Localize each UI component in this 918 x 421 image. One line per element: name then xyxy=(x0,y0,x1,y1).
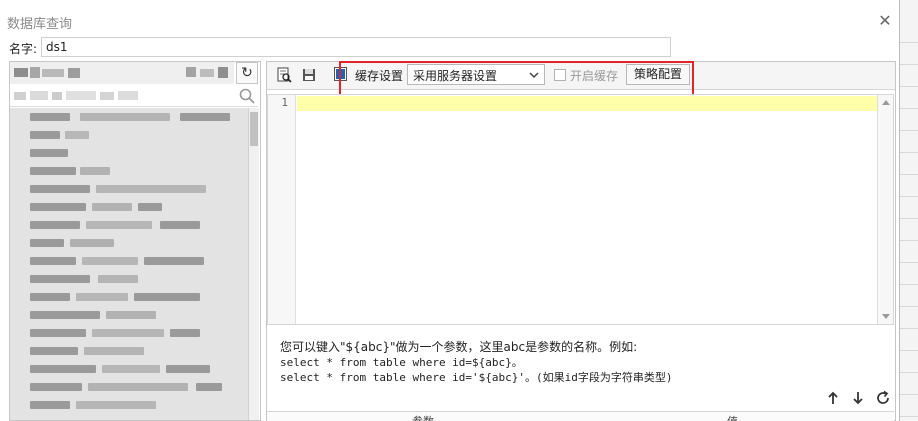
list-item[interactable] xyxy=(10,200,248,214)
list-item[interactable] xyxy=(10,128,248,142)
params-table-header: 参数 值 xyxy=(267,411,894,421)
tree-scrollbar[interactable] xyxy=(248,108,259,420)
refresh-icon[interactable]: ↻ xyxy=(236,62,258,84)
refresh-icon[interactable] xyxy=(875,390,891,406)
sql-editor[interactable] xyxy=(267,94,894,325)
close-icon[interactable]: ✕ xyxy=(876,12,894,30)
hint-text-line-1: 您可以键入"${abc}"做为一个参数，这里abc是参数的名称。例如: xyxy=(280,340,638,354)
hint-text-line-3: select * from table where id='${abc}'。(如… xyxy=(280,371,673,384)
arrow-up-icon[interactable] xyxy=(825,390,841,406)
list-item[interactable] xyxy=(10,110,248,124)
hint-text-line-2: select * from table where id=${abc}。 xyxy=(280,356,523,369)
search-icon[interactable] xyxy=(238,87,256,105)
params-column-name: 参数 xyxy=(412,413,434,421)
preview-icon[interactable] xyxy=(275,66,293,84)
table-tree-list[interactable] xyxy=(10,108,248,420)
dialog-title: 数据库查询 xyxy=(7,17,73,32)
name-label: 名字: xyxy=(9,42,38,56)
list-item[interactable] xyxy=(10,362,248,376)
line-number: 1 xyxy=(281,96,288,109)
list-item[interactable] xyxy=(10,344,248,358)
line-gutter xyxy=(268,95,296,324)
list-item[interactable] xyxy=(10,218,248,232)
list-item[interactable] xyxy=(10,380,248,394)
params-column-value: 值 xyxy=(727,413,738,421)
list-item[interactable] xyxy=(10,308,248,322)
active-line-highlight[interactable] xyxy=(297,96,877,111)
list-item[interactable] xyxy=(10,398,248,412)
highlight-annotation xyxy=(339,61,694,97)
connection-selector[interactable] xyxy=(10,62,234,84)
list-item[interactable] xyxy=(10,290,248,304)
list-item[interactable] xyxy=(10,236,248,250)
editor-scrollbar[interactable] xyxy=(877,95,893,324)
list-item[interactable] xyxy=(10,326,248,340)
save-icon[interactable] xyxy=(300,66,318,84)
list-item[interactable] xyxy=(10,272,248,286)
list-item[interactable] xyxy=(10,254,248,268)
name-input[interactable] xyxy=(41,37,671,57)
background-sheet xyxy=(900,0,918,421)
arrow-down-icon[interactable] xyxy=(850,390,866,406)
list-item[interactable] xyxy=(10,182,248,196)
list-item[interactable] xyxy=(10,164,248,178)
list-item[interactable] xyxy=(10,146,248,160)
table-search-input[interactable] xyxy=(10,85,258,107)
